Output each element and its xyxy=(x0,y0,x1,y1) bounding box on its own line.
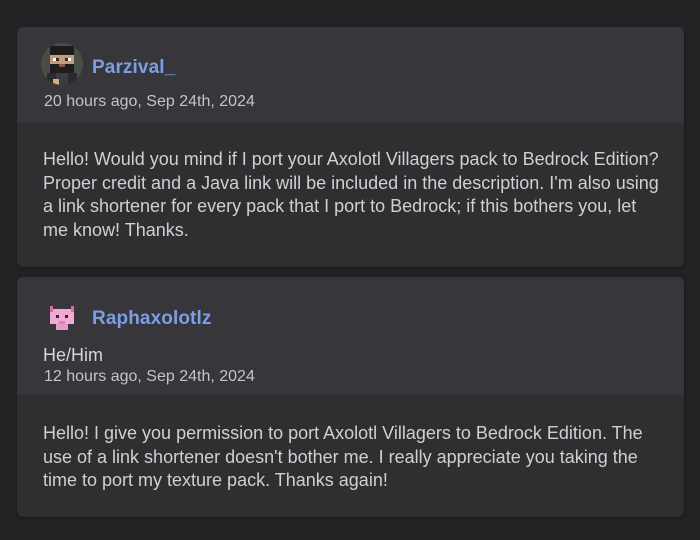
comment-text: Hello! Would you mind if I port your Axo… xyxy=(43,149,659,240)
comment-timestamp: 12 hours ago, Sep 24th, 2024 xyxy=(44,368,255,385)
pixel-bearded-man-avatar-icon xyxy=(41,43,83,85)
comment-card: Parzival_ 20 hours ago, Sep 24th, 2024 H… xyxy=(17,27,684,267)
comment-thread: Parzival_ 20 hours ago, Sep 24th, 2024 H… xyxy=(0,0,700,540)
avatar[interactable] xyxy=(41,297,83,339)
avatar[interactable] xyxy=(41,43,83,85)
comment-header: Raphaxolotlz He/Him 12 hours ago, Sep 24… xyxy=(17,277,684,395)
comment-username[interactable]: Raphaxolotlz xyxy=(92,308,211,330)
comment-card: Raphaxolotlz He/Him 12 hours ago, Sep 24… xyxy=(17,277,684,517)
comment-body: Hello! I give you permission to port Axo… xyxy=(43,422,664,493)
comment-body: Hello! Would you mind if I port your Axo… xyxy=(43,148,664,242)
comment-text: Hello! I give you permission to port Axo… xyxy=(43,423,643,490)
user-pronouns: He/Him xyxy=(43,345,104,365)
comment-username[interactable]: Parzival_ xyxy=(92,57,175,79)
pixel-pink-axolotl-avatar-icon xyxy=(50,306,74,330)
comment-header: Parzival_ 20 hours ago, Sep 24th, 2024 xyxy=(17,27,684,123)
comment-timestamp: 20 hours ago, Sep 24th, 2024 xyxy=(44,93,255,110)
